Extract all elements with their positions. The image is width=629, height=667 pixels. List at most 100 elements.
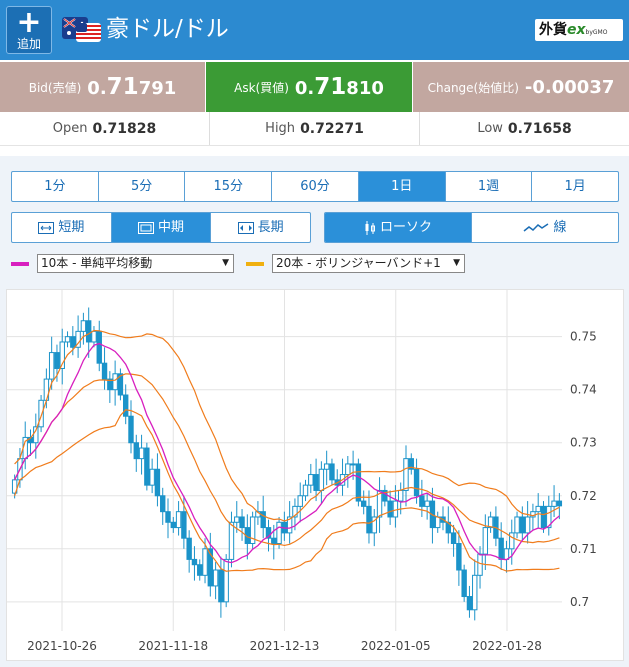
candle-body [218, 569, 224, 603]
candle-body [112, 373, 118, 391]
line-chart-icon [524, 222, 549, 232]
candle-body [403, 458, 409, 491]
candle-body [48, 352, 55, 380]
y-tick-label: 0.71 [570, 542, 597, 556]
candle-body [212, 569, 219, 587]
candle-body [228, 521, 235, 560]
tab-timeframe[interactable]: 1日 [358, 172, 446, 201]
candle-body [413, 468, 420, 497]
candle-body [175, 511, 182, 529]
candle-body [123, 394, 129, 417]
candle-body [540, 505, 547, 529]
chart-type-selector: ローソク 線 [324, 212, 619, 243]
tab-span-short[interactable]: 短期 [12, 213, 112, 242]
span-selector: 短期 中期 長期 [11, 212, 311, 243]
tab-timeframe[interactable]: 1月 [532, 172, 618, 201]
candle-body [392, 500, 399, 518]
x-tick-label: 2022-01-05 [361, 639, 431, 653]
candle-body [472, 574, 478, 611]
candle-body [424, 500, 430, 507]
candle-body [101, 362, 108, 380]
bid-quote[interactable]: Bid(売値) 0.71791 [0, 62, 205, 112]
candle-body [181, 511, 187, 539]
candle-body [477, 553, 483, 576]
candle-body [498, 537, 504, 560]
candle-body [202, 548, 208, 576]
candle-body [154, 468, 161, 497]
change-value: -0.00037 [524, 76, 615, 98]
candle-body [456, 542, 462, 571]
ma-swatch [11, 261, 29, 266]
candle-body [138, 447, 145, 460]
candle-body [144, 447, 150, 486]
candle-body [149, 468, 155, 486]
high-cell: High 0.72271 [210, 112, 420, 145]
candle-body [366, 505, 372, 534]
pair-title: 豪ドル/ドル [106, 16, 229, 42]
chart-canvas: 0.75 0.74 0.73 0.72 0.71 0.7 2021-10-26 2021-11… [7, 290, 597, 653]
bb-select[interactable]: 20本 - ボリンジャーバンド+1 [272, 254, 465, 273]
tab-timeframe[interactable]: 5分 [99, 172, 186, 201]
y-tick-label: 0.75 [570, 330, 597, 344]
candle-body [387, 500, 393, 518]
y-tick-label: 0.74 [570, 383, 597, 397]
candle-body [329, 463, 335, 481]
candle-body [133, 442, 139, 460]
add-pair-button[interactable]: + 追加 [6, 6, 52, 54]
candle-body [450, 532, 457, 544]
tab-timeframe[interactable]: 60分 [272, 172, 359, 201]
ma-select[interactable]: 10本 - 単純平均移動 [37, 254, 234, 273]
bb-swatch [246, 261, 264, 266]
candle-body [276, 521, 282, 544]
bb-indicator: 20本 - ボリンジャーバンド+1 [246, 254, 465, 273]
candle-body [318, 468, 325, 491]
candle-body [350, 463, 356, 466]
y-tick-label: 0.72 [570, 489, 597, 503]
candle-body [54, 352, 60, 369]
ask-label: Ask(買値) [234, 80, 289, 95]
candle-body [398, 489, 404, 502]
candle-body [355, 463, 362, 502]
bollinger-upper-line [14, 329, 560, 522]
tab-candlestick[interactable]: ローソク [325, 213, 472, 242]
tab-span-mid[interactable]: 中期 [111, 213, 212, 242]
fit-icon [138, 221, 154, 234]
tab-line[interactable]: 線 [472, 213, 618, 242]
candle-body [170, 521, 176, 529]
add-label: 追加 [16, 37, 41, 51]
candle-body [239, 516, 245, 529]
low-cell: Low 0.71658 [477, 120, 572, 137]
plus-icon: + [16, 5, 42, 40]
x-tick-label: 2021-11-18 [138, 639, 208, 653]
candle-body [96, 330, 102, 364]
candle-body [435, 516, 441, 529]
candle-body [128, 415, 134, 444]
x-tick-label: 2021-12-13 [250, 639, 320, 653]
candle-body [191, 558, 198, 566]
open-value: 0.71828 [92, 120, 157, 137]
ask-quote[interactable]: Ask(買値) 0.71810 [206, 62, 412, 112]
tab-timeframe[interactable]: 1週 [446, 172, 533, 201]
change-label: Change(始値比) [427, 80, 519, 95]
high-value: 0.72271 [300, 120, 364, 137]
candle-body [297, 495, 303, 507]
candle-body [223, 558, 229, 603]
timeframe-selector: 1分 5分 15分 60分 1日 1週 1月 [11, 171, 619, 202]
candle-body [186, 537, 192, 560]
tab-timeframe[interactable]: 1分 [12, 172, 99, 201]
candle-body [234, 516, 240, 523]
open-cell: Open 0.71828 [0, 112, 210, 145]
price-chart[interactable]: 0.75 0.74 0.73 0.72 0.71 0.7 2021-10-26 2021-11… [6, 289, 624, 661]
candle-body [524, 516, 531, 534]
candle-body [535, 505, 541, 513]
tab-timeframe[interactable]: 15分 [185, 172, 273, 201]
candle-body [85, 320, 92, 343]
candle-body [551, 500, 557, 507]
candle-body [519, 516, 526, 534]
candle-body [165, 511, 171, 523]
candle-body [313, 474, 319, 491]
candlestick-icon [365, 220, 375, 235]
tab-span-long[interactable]: 長期 [211, 213, 310, 242]
change-quote: Change(始値比) -0.00037 [413, 62, 629, 112]
ohl-bar: Open 0.71828 High 0.72271 Low 0.71658 [0, 112, 629, 146]
